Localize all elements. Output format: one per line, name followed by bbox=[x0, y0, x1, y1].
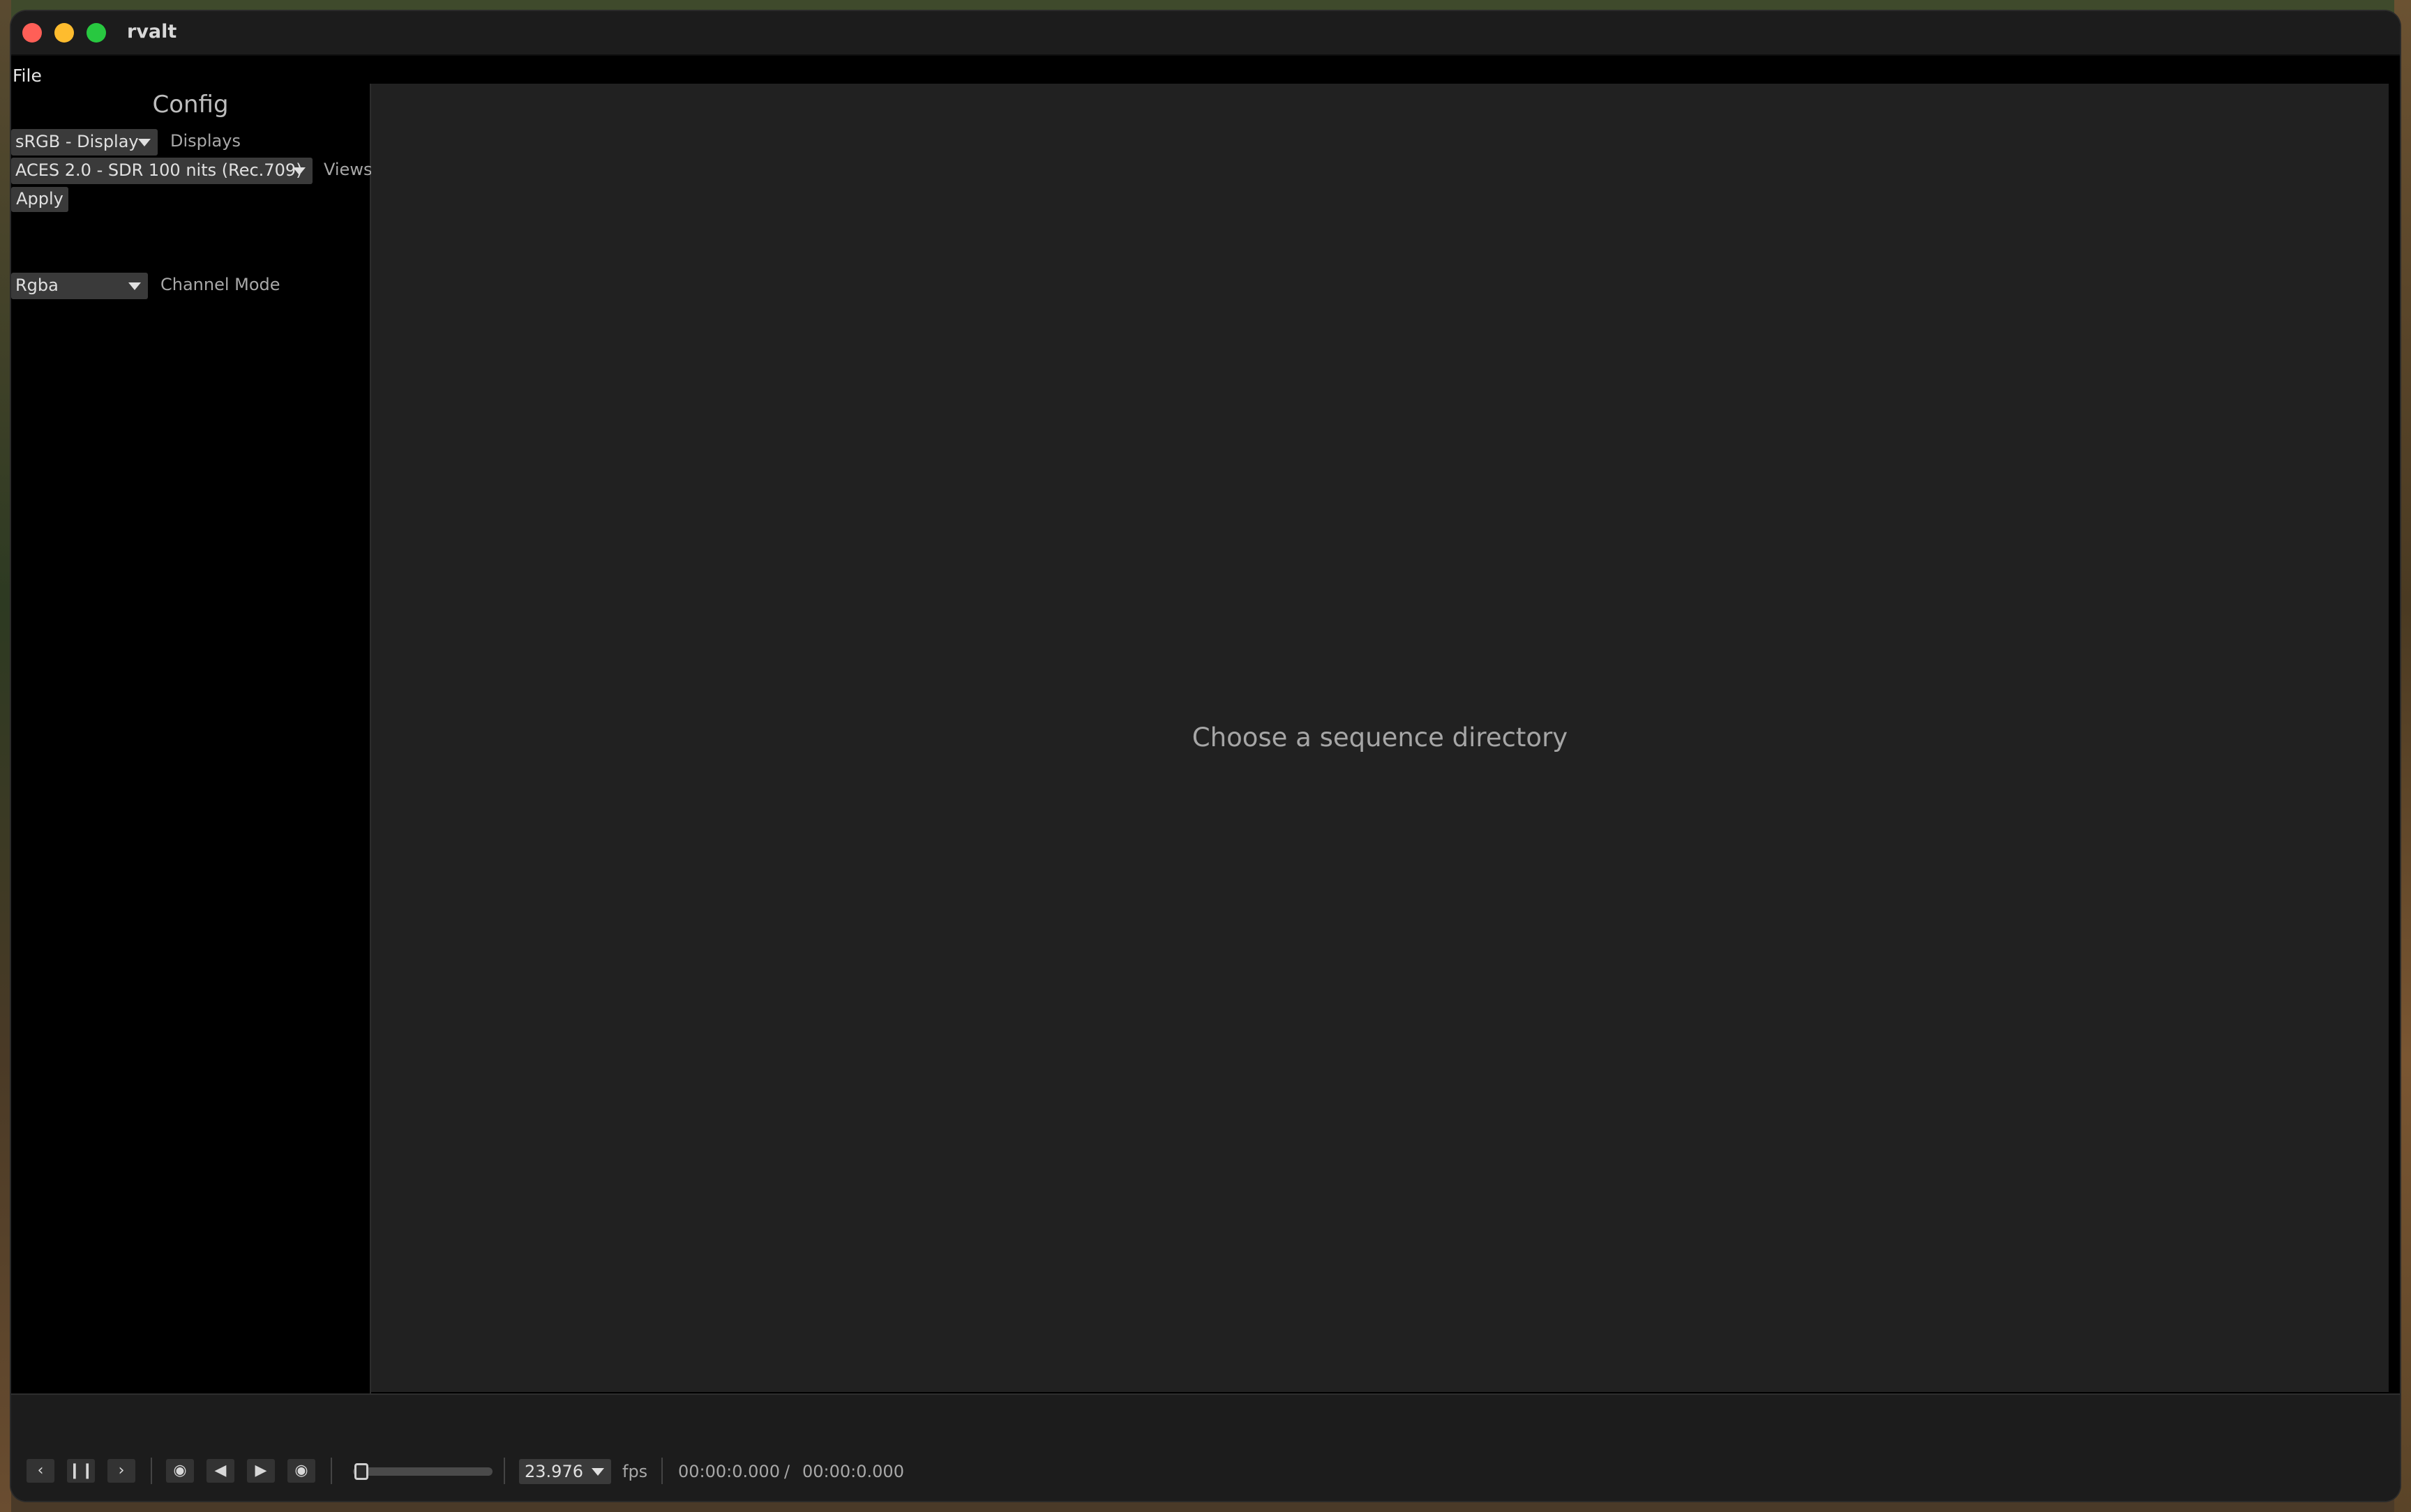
minimize-window-button[interactable] bbox=[54, 23, 74, 43]
close-window-button[interactable] bbox=[22, 23, 42, 43]
separator bbox=[504, 1458, 505, 1484]
desktop-wallpaper-left bbox=[0, 0, 11, 1512]
step-back-button[interactable]: ◀ bbox=[206, 1459, 234, 1483]
step-forward-button[interactable]: ▶ bbox=[247, 1459, 275, 1483]
last-frame-button[interactable]: ◉ bbox=[287, 1459, 315, 1483]
step-back-icon: ◀ bbox=[214, 1462, 227, 1479]
config-panel: Config sRGB - Display Displays ACES 2.0 … bbox=[11, 84, 373, 1393]
chevron-right-icon: › bbox=[118, 1462, 125, 1479]
app-window: rvalt File Config sRGB - Display Display… bbox=[11, 11, 2400, 1501]
title-bar[interactable]: rvalt bbox=[11, 11, 2400, 56]
fps-value: 23.976 bbox=[525, 1462, 583, 1481]
channel-mode-label: Channel Mode bbox=[160, 275, 280, 294]
image-viewer[interactable]: Choose a sequence directory bbox=[371, 84, 2389, 1392]
separator bbox=[151, 1458, 152, 1484]
record-icon: ◉ bbox=[173, 1462, 187, 1479]
prev-button[interactable]: ‹ bbox=[27, 1459, 54, 1483]
separator bbox=[331, 1458, 332, 1484]
display-select[interactable]: sRGB - Display bbox=[11, 129, 158, 156]
file-menu[interactable]: File bbox=[13, 66, 42, 86]
next-button[interactable]: › bbox=[107, 1459, 135, 1483]
pause-icon: ❙❙ bbox=[68, 1462, 94, 1479]
view-select[interactable]: ACES 2.0 - SDR 100 nits (Rec.709) bbox=[11, 158, 313, 184]
fps-label: fps bbox=[622, 1462, 648, 1481]
display-select-value: sRGB - Display bbox=[15, 132, 139, 151]
apply-button[interactable]: Apply bbox=[11, 187, 68, 212]
chevron-down-icon bbox=[138, 139, 151, 146]
viewer-placeholder: Choose a sequence directory bbox=[1192, 723, 1568, 753]
record-icon: ◉ bbox=[294, 1462, 308, 1479]
current-time: 00:00:0.000 bbox=[678, 1462, 780, 1481]
separator bbox=[661, 1458, 663, 1484]
timeline-slider[interactable] bbox=[353, 1467, 493, 1476]
transport-bar: ‹ ❙❙ › ◉ ◀ ▶ ◉ 23.976 fps 00:00:0.000 / … bbox=[11, 1393, 2400, 1501]
first-frame-button[interactable]: ◉ bbox=[166, 1459, 194, 1483]
maximize-window-button[interactable] bbox=[87, 23, 106, 43]
pause-button[interactable]: ❙❙ bbox=[67, 1459, 95, 1483]
channel-mode-value: Rgba bbox=[15, 275, 59, 295]
time-separator: / bbox=[784, 1462, 790, 1481]
displays-label: Displays bbox=[170, 131, 241, 151]
total-time: 00:00:0.000 bbox=[802, 1462, 904, 1481]
channel-mode-select[interactable]: Rgba bbox=[11, 273, 148, 299]
chevron-down-icon bbox=[128, 282, 141, 290]
step-forward-icon: ▶ bbox=[255, 1462, 267, 1479]
fps-select[interactable]: 23.976 bbox=[519, 1459, 611, 1484]
chevron-left-icon: ‹ bbox=[37, 1462, 44, 1479]
config-heading: Config bbox=[152, 91, 229, 119]
chevron-down-icon bbox=[293, 167, 306, 175]
views-label: Views bbox=[324, 160, 373, 179]
view-select-value: ACES 2.0 - SDR 100 nits (Rec.709) bbox=[15, 160, 303, 180]
chevron-down-icon bbox=[592, 1468, 604, 1476]
window-title: rvalt bbox=[127, 21, 177, 43]
timeline-slider-handle[interactable] bbox=[354, 1463, 368, 1480]
